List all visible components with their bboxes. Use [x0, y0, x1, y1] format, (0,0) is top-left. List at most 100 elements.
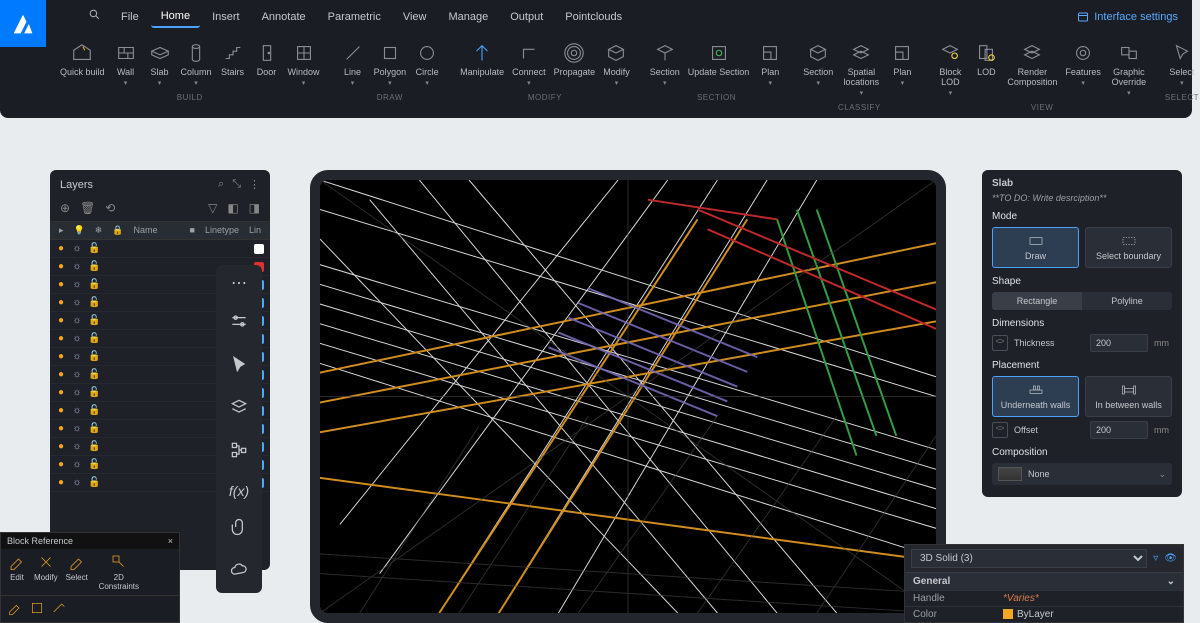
features-button[interactable]: Features▾ [1061, 38, 1105, 99]
composition-select[interactable]: None ⌄ [992, 463, 1172, 485]
shape-rectangle[interactable]: Rectangle [992, 292, 1082, 310]
blockref-modify[interactable]: Modify [31, 553, 61, 591]
select-button[interactable]: Select▾ [1165, 38, 1199, 89]
update-section-button[interactable]: Update Section [684, 38, 754, 89]
bulb-icon[interactable]: ● [56, 261, 66, 272]
layers-search-icon[interactable]: ⌕ [218, 178, 224, 191]
menu-output[interactable]: Output [500, 7, 553, 27]
br-icon-3[interactable] [51, 600, 67, 618]
menu-parametric[interactable]: Parametric [318, 7, 391, 27]
color-value[interactable]: ByLayer [1003, 609, 1175, 620]
lock-icon[interactable]: 🔓 [88, 351, 98, 362]
lock-icon[interactable]: 🔓 [88, 459, 98, 470]
menu-manage[interactable]: Manage [438, 7, 498, 27]
block-lod-button[interactable]: Block LOD▾ [931, 38, 969, 99]
mode-boundary-button[interactable]: Select boundary [1085, 227, 1172, 268]
freeze-icon[interactable]: ☼ [72, 441, 82, 452]
freeze-icon[interactable]: ☼ [72, 351, 82, 362]
bulb-icon[interactable]: ● [56, 441, 66, 452]
bulb-icon[interactable]: ● [56, 297, 66, 308]
search-icon[interactable] [80, 8, 109, 26]
blockref-2d-constraints[interactable]: 2D Constraints [93, 553, 145, 591]
graphic-override-button[interactable]: Graphic Override▾ [1105, 38, 1153, 99]
lock-icon[interactable]: 🔓 [88, 261, 98, 272]
slab-button[interactable]: Slab▾ [143, 38, 177, 89]
bulb-icon[interactable]: ● [56, 405, 66, 416]
bulb-icon[interactable]: ● [56, 459, 66, 470]
lock-icon[interactable]: 🔓 [88, 387, 98, 398]
lock-icon[interactable]: 🔓 [88, 405, 98, 416]
render-composition-button[interactable]: Render Composition [1003, 38, 1061, 99]
lock-icon[interactable]: 🔓 [88, 369, 98, 380]
polygon-button[interactable]: Polygon▾ [370, 38, 411, 89]
wall-button[interactable]: Wall▾ [109, 38, 143, 89]
lock-icon[interactable]: 🔓 [88, 279, 98, 290]
freeze-icon[interactable]: ☼ [72, 387, 82, 398]
viewport-3d[interactable] [310, 170, 946, 623]
column-button[interactable]: Column▾ [177, 38, 216, 89]
stairs-button[interactable]: Stairs [216, 38, 250, 89]
freeze-icon[interactable]: ☼ [72, 297, 82, 308]
menu-home[interactable]: Home [151, 6, 200, 28]
lock-icon[interactable]: 🔓 [88, 477, 98, 488]
cloud-icon[interactable] [229, 560, 249, 585]
freeze-icon[interactable]: ☼ [72, 477, 82, 488]
layers-menu-icon[interactable]: ⋮ [249, 178, 260, 191]
section-button[interactable]: Section▾ [646, 38, 684, 89]
bulb-icon[interactable]: ● [56, 477, 66, 488]
freeze-icon[interactable]: ☼ [72, 279, 82, 290]
line-button[interactable]: Line▾ [336, 38, 370, 89]
freeze-icon[interactable]: ☼ [72, 333, 82, 344]
tree-icon[interactable] [229, 440, 249, 465]
freeze-icon[interactable]: ☼ [72, 315, 82, 326]
layer-row[interactable]: ●☼🔓 [50, 240, 270, 258]
menu-view[interactable]: View [393, 7, 437, 27]
lod-button[interactable]: LOD [969, 38, 1003, 99]
lock-icon[interactable]: 🔓 [88, 423, 98, 434]
freeze-icon[interactable]: ☼ [72, 423, 82, 434]
bulb-icon[interactable]: ● [56, 387, 66, 398]
placement-under-button[interactable]: Underneath walls [992, 376, 1079, 417]
menu-insert[interactable]: Insert [202, 7, 250, 27]
filter-icon[interactable]: ▽ [208, 201, 217, 215]
menu-pointclouds[interactable]: Pointclouds [555, 7, 632, 27]
plan-button[interactable]: Plan▾ [753, 38, 787, 89]
offset-input[interactable] [1090, 421, 1148, 439]
connect-button[interactable]: Connect▾ [508, 38, 550, 89]
toggle-icon[interactable]: ◨ [249, 201, 260, 215]
general-group[interactable]: General⌄ [905, 572, 1183, 590]
layerstate-icon[interactable]: ◧ [227, 201, 238, 215]
freeze-icon[interactable]: ☼ [72, 405, 82, 416]
shape-segmented[interactable]: Rectangle Polyline [992, 292, 1172, 310]
entity-type-select[interactable]: 3D Solid (3) [911, 549, 1147, 568]
shape-polyline[interactable]: Polyline [1082, 292, 1172, 310]
close-icon[interactable]: × [168, 536, 173, 546]
color-swatch[interactable] [254, 244, 264, 254]
circle-button[interactable]: Circle▾ [410, 38, 444, 89]
sliders-icon[interactable] [229, 311, 249, 336]
mode-draw-button[interactable]: Draw [992, 227, 1079, 268]
br-icon-2[interactable] [29, 600, 45, 618]
menu-annotate[interactable]: Annotate [252, 7, 316, 27]
bulb-icon[interactable]: ● [56, 333, 66, 344]
freeze-icon[interactable]: ☼ [72, 261, 82, 272]
bulb-icon[interactable]: ● [56, 315, 66, 326]
attach-icon[interactable] [229, 517, 249, 542]
freeze-icon[interactable]: ☼ [72, 459, 82, 470]
add-layer-icon[interactable]: ⊕ [60, 201, 70, 215]
classify-section-button[interactable]: Section▾ [799, 38, 837, 99]
lock-icon[interactable]: 🔓 [88, 243, 98, 254]
br-icon-1[interactable] [7, 600, 23, 618]
filter-funnel-icon[interactable]: ▿ [1153, 553, 1158, 564]
lock-icon[interactable]: 🔓 [88, 441, 98, 452]
lock-icon[interactable]: 🔓 [88, 315, 98, 326]
lock-icon[interactable]: 🔓 [88, 297, 98, 308]
bulb-icon[interactable]: ● [56, 369, 66, 380]
bulb-icon[interactable]: ● [56, 423, 66, 434]
modify-button[interactable]: Modify▾ [599, 38, 634, 89]
classify-plan-button[interactable]: Plan▾ [885, 38, 919, 99]
purge-icon[interactable]: ⟲ [105, 201, 115, 215]
thickness-input[interactable] [1090, 334, 1148, 352]
propagate-button[interactable]: Propagate [550, 38, 600, 89]
bulb-icon[interactable]: ● [56, 279, 66, 290]
